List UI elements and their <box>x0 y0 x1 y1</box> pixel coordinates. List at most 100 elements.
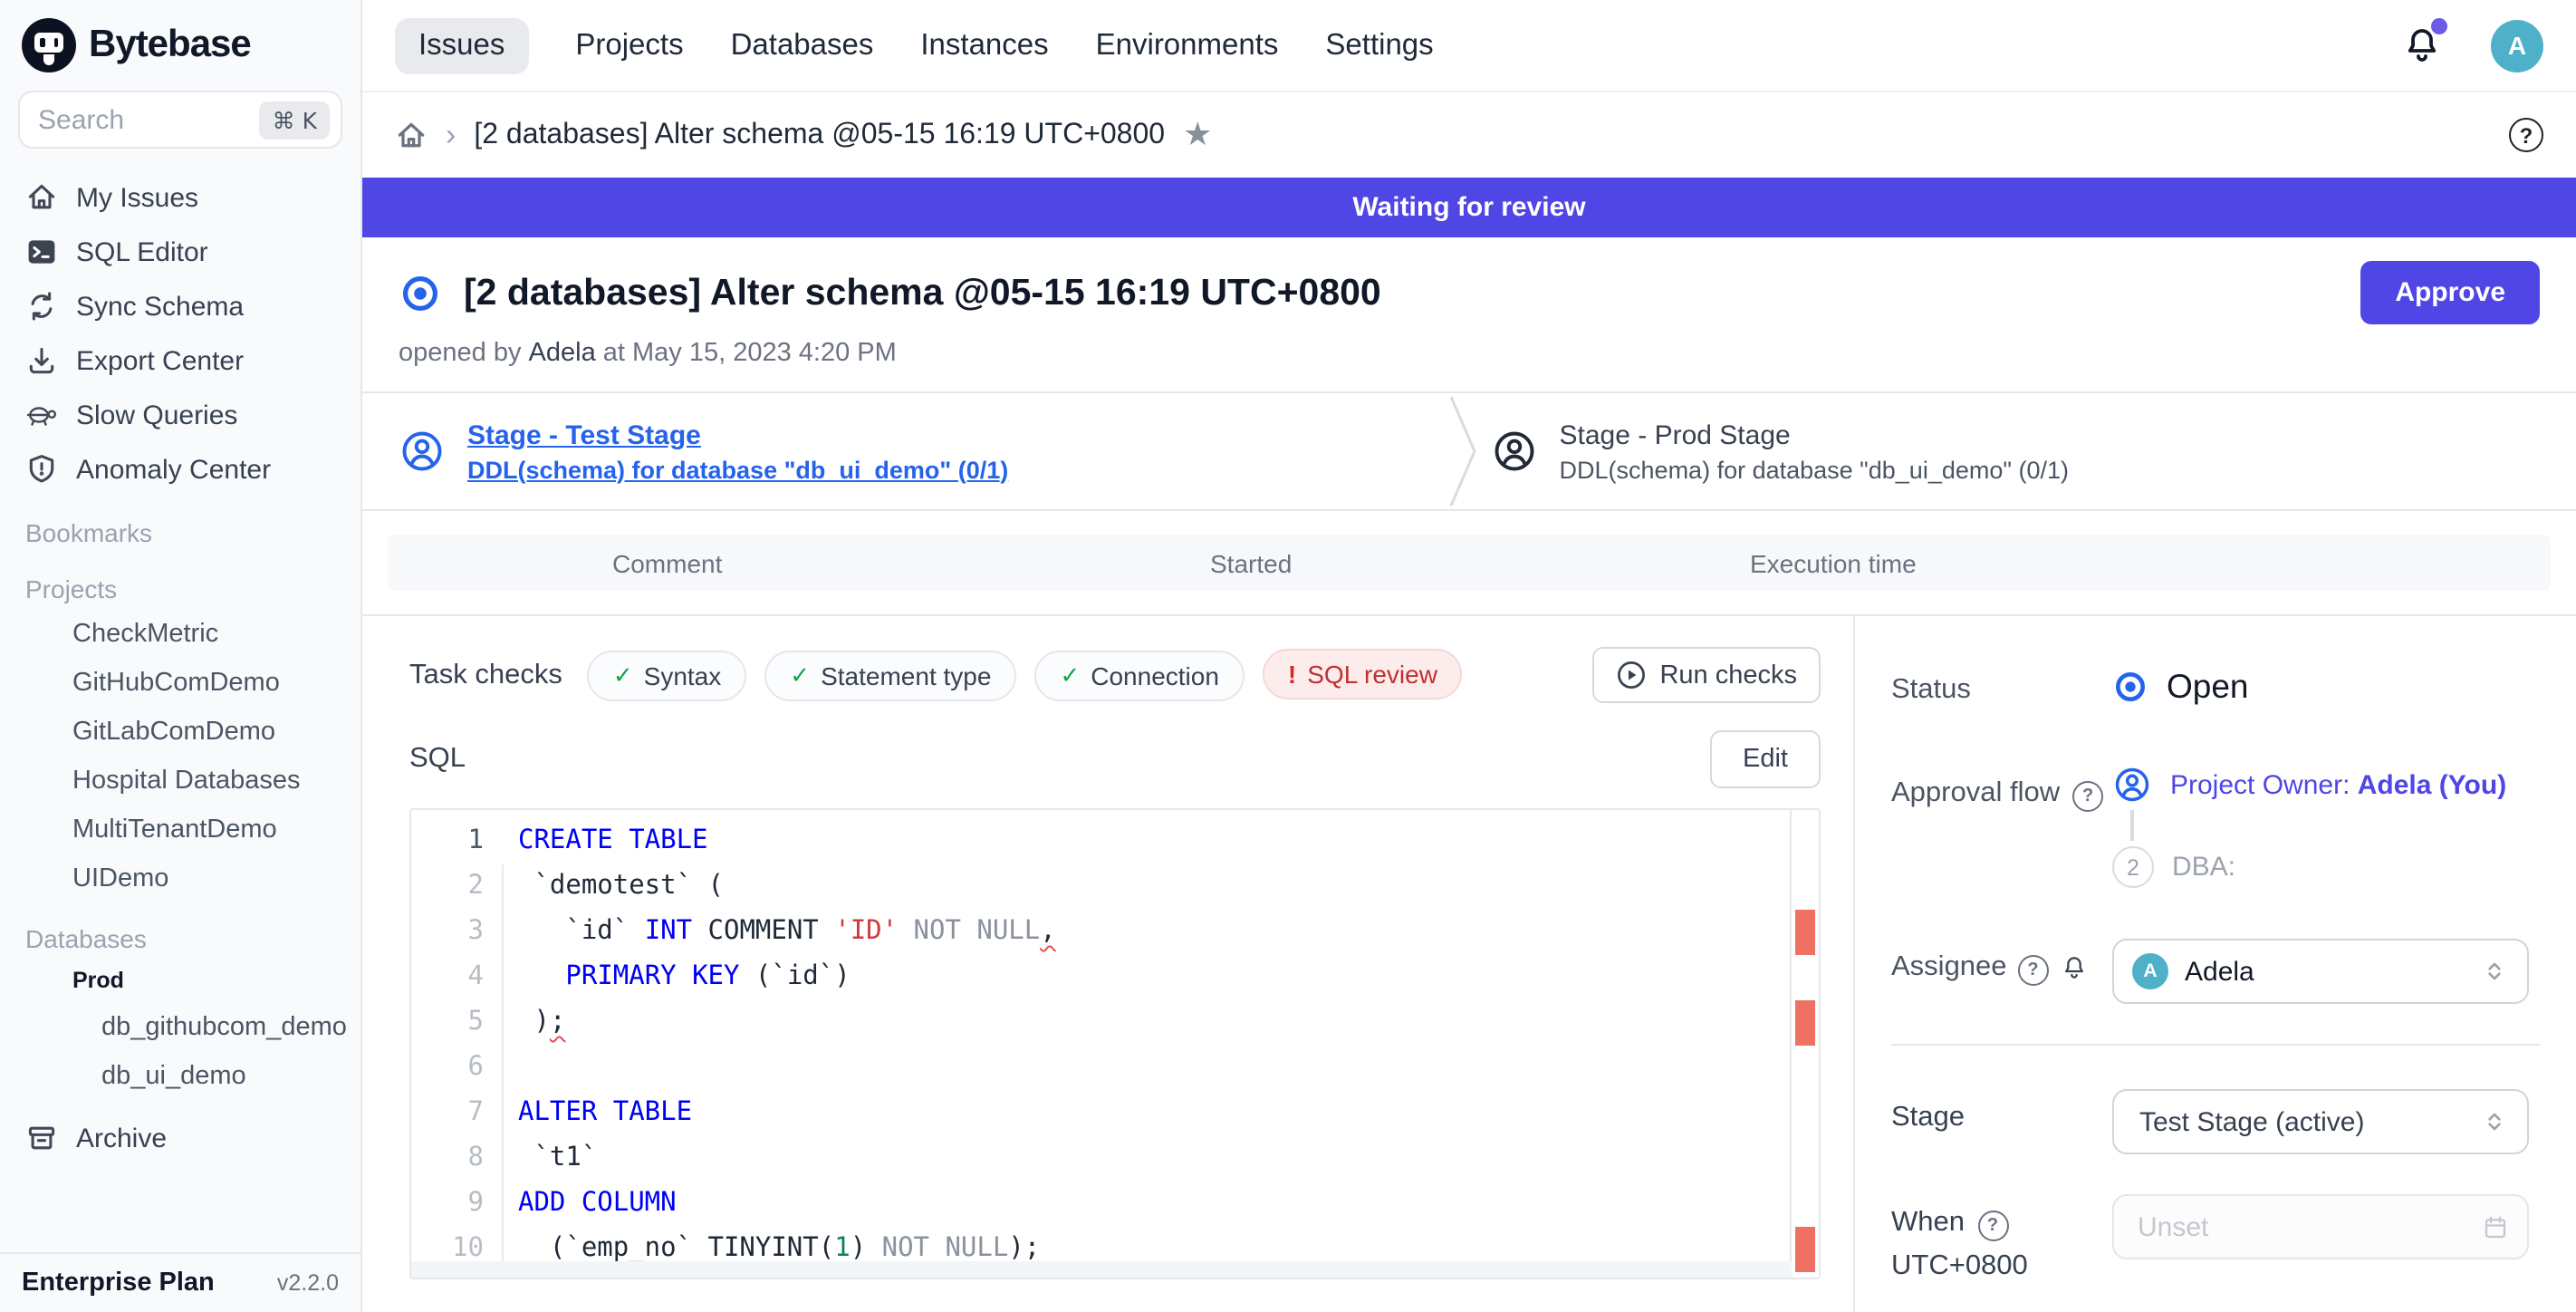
check-pill-label: Syntax <box>644 661 722 690</box>
brand-name: Bytebase <box>89 24 251 67</box>
sidebar-item-archive[interactable]: Archive <box>0 1111 360 1165</box>
approval-role: Project Owner: <box>2170 769 2358 800</box>
task-table-header: CommentStartedExecution time <box>388 535 2551 591</box>
stage-name[interactable]: Stage - Test Stage <box>467 420 1008 450</box>
sidebar-project-hospital-databases[interactable]: Hospital Databases <box>0 756 360 805</box>
tab-issues[interactable]: Issues <box>395 17 528 73</box>
code-line-2: 2 `demotest` ( <box>411 864 1819 910</box>
sidebar-item-sql-editor[interactable]: SQL Editor <box>0 225 360 279</box>
line-text: `t1` <box>502 1136 597 1182</box>
sidebar-item-label: SQL Editor <box>76 236 208 267</box>
check-pill-syntax[interactable]: ✓Syntax <box>588 651 746 701</box>
tab-settings[interactable]: Settings <box>1325 17 1433 73</box>
stage-field: Stage Test Stage (active) <box>1891 1089 2540 1154</box>
line-text: ); <box>502 1000 565 1046</box>
sidebar-item-label: Export Center <box>76 345 244 376</box>
notifications-button[interactable] <box>2400 24 2444 67</box>
code-line-3: 3 `id` INT COMMENT 'ID' NOT NULL, <box>411 910 1819 955</box>
sidebar-projects-list: CheckMetricGitHubComDemoGitLabComDemoHos… <box>0 609 360 902</box>
line-text: ADD COLUMN <box>502 1182 677 1227</box>
check-pill-statement-type[interactable]: ✓Statement type <box>764 651 1016 701</box>
stage-pipeline: Stage - Test Stage DDL(schema) for databa… <box>362 391 2576 511</box>
issue-header: [2 databases] Alter schema @05-15 16:19 … <box>362 237 2576 368</box>
assignee-value: Adela <box>2185 956 2480 987</box>
sidebar-item-export-center[interactable]: Export Center <box>0 333 360 388</box>
stage-label: Stage <box>1891 1089 2112 1154</box>
approve-button[interactable]: Approve <box>2360 261 2540 324</box>
stage-card-stage-prod-stage[interactable]: Stage - Prod StageDDL(schema) for databa… <box>1447 393 2069 509</box>
check-pills: ✓Syntax ✓Statement type ✓Connection !SQL re… <box>588 649 1481 701</box>
editor-marker-rail[interactable] <box>1790 810 1819 1278</box>
terminal-icon <box>25 236 58 268</box>
code-line-9: 9ADD COLUMN <box>411 1182 1819 1227</box>
check-pill-sql-review[interactable]: !SQL review <box>1263 649 1463 699</box>
sidebar-item-label: Archive <box>76 1123 167 1153</box>
sidebar-database-db-githubcom-demo[interactable]: db_githubcom_demo <box>0 1002 360 1051</box>
assignee-select[interactable]: A Adela <box>2112 939 2529 1004</box>
main-area: Issues Projects Databases Instances Environm… <box>362 0 2576 1312</box>
approval-step-number: 2 <box>2112 846 2154 888</box>
stage-name: Stage - Prod Stage <box>1560 420 2069 450</box>
sidebar-item-anomaly-center[interactable]: Anomaly Center <box>0 442 360 497</box>
sidebar-project-gitlabcomdemo[interactable]: GitLabComDemo <box>0 707 360 756</box>
stage-select[interactable]: Test Stage (active) <box>2112 1089 2529 1154</box>
status-field: Status Open <box>1891 661 2540 707</box>
subscribe-bell-icon[interactable] <box>2060 953 2089 982</box>
approval-help-icon[interactable]: ? <box>2072 781 2103 812</box>
sql-code: 1CREATE TABLE2 `demotest` (3 `id` INT CO… <box>411 810 1819 1272</box>
open-status-icon <box>399 271 442 314</box>
plan-version: v2.2.0 <box>277 1270 339 1296</box>
shield-icon <box>25 453 58 486</box>
editor-horizontal-scrollbar[interactable] <box>411 1261 1792 1278</box>
edit-sql-button[interactable]: Edit <box>1710 730 1821 788</box>
help-icon[interactable]: ? <box>2509 118 2543 152</box>
search-input[interactable]: Search ⌘ K <box>18 91 342 149</box>
user-avatar[interactable]: A <box>2491 19 2543 72</box>
stage-value: Test Stage (active) <box>2139 1106 2480 1137</box>
sidebar-project-githubcomdemo[interactable]: GitHubComDemo <box>0 658 360 707</box>
run-checks-button[interactable]: Run checks <box>1592 647 1821 703</box>
check-pill-label: Statement type <box>821 661 991 690</box>
line-number: 4 <box>411 955 502 1000</box>
tab-projects[interactable]: Projects <box>575 17 683 73</box>
sql-editor[interactable]: 1CREATE TABLE2 `demotest` (3 `id` INT CO… <box>409 808 1821 1279</box>
code-line-5: 5 ); <box>411 1000 1819 1046</box>
brand-logo[interactable]: Bytebase <box>0 0 360 83</box>
stage-text: Stage - Prod StageDDL(schema) for databa… <box>1560 420 2069 483</box>
approval-step-1[interactable]: Project Owner: Adela (You) <box>2112 765 2506 805</box>
task-detail-column: Task checks ✓Syntax ✓Statement type ✓Conne… <box>362 616 1853 1312</box>
sidebar-database-db-ui-demo[interactable]: db_ui_demo <box>0 1051 360 1100</box>
column-header-started: Started <box>1210 548 1292 577</box>
check-pill-label: SQL review <box>1307 660 1437 689</box>
task-checks-label: Task checks <box>409 659 562 691</box>
when-help-icon[interactable]: ? <box>1977 1211 2008 1241</box>
open-status-icon <box>2112 669 2148 705</box>
assignee-avatar: A <box>2132 953 2168 989</box>
assignee-help-icon[interactable]: ? <box>2018 955 2049 986</box>
status-label: Status <box>1891 661 2112 707</box>
assignee-label: Assignee <box>1891 951 2007 984</box>
stage-card-stage-test-stage[interactable]: Stage - Test Stage DDL(schema) for databa… <box>362 393 1447 509</box>
tab-environments[interactable]: Environments <box>1096 17 1279 73</box>
sidebar-item-my-issues[interactable]: My Issues <box>0 170 360 225</box>
star-icon[interactable]: ★ <box>1183 116 1212 154</box>
stage-task-link[interactable]: DDL(schema) for database "db_ui_demo" (0… <box>467 456 1008 483</box>
approver-icon <box>2112 765 2152 805</box>
when-datetime-input[interactable]: Unset <box>2112 1194 2529 1259</box>
issue-sidebar-panel: Status Open Approval flow ? <box>1853 616 2576 1312</box>
approval-connector <box>2130 810 2134 841</box>
line-number: 3 <box>411 910 502 955</box>
line-number: 5 <box>411 1000 502 1046</box>
sidebar-project-uidemo[interactable]: UIDemo <box>0 854 360 902</box>
line-text: CREATE TABLE <box>502 819 708 864</box>
sidebar-footer[interactable]: Enterprise Plan v2.2.0 <box>0 1252 360 1312</box>
sidebar-project-checkmetric[interactable]: CheckMetric <box>0 609 360 658</box>
sidebar-item-sync-schema[interactable]: Sync Schema <box>0 279 360 333</box>
sidebar-project-multitenantdemo[interactable]: MultiTenantDemo <box>0 805 360 854</box>
tab-databases[interactable]: Databases <box>731 17 874 73</box>
sidebar-item-slow-queries[interactable]: Slow Queries <box>0 388 360 442</box>
panel-divider <box>1891 1044 2540 1046</box>
tab-instances[interactable]: Instances <box>920 17 1048 73</box>
home-icon[interactable] <box>395 119 428 151</box>
check-pill-connection[interactable]: ✓Connection <box>1034 651 1244 701</box>
